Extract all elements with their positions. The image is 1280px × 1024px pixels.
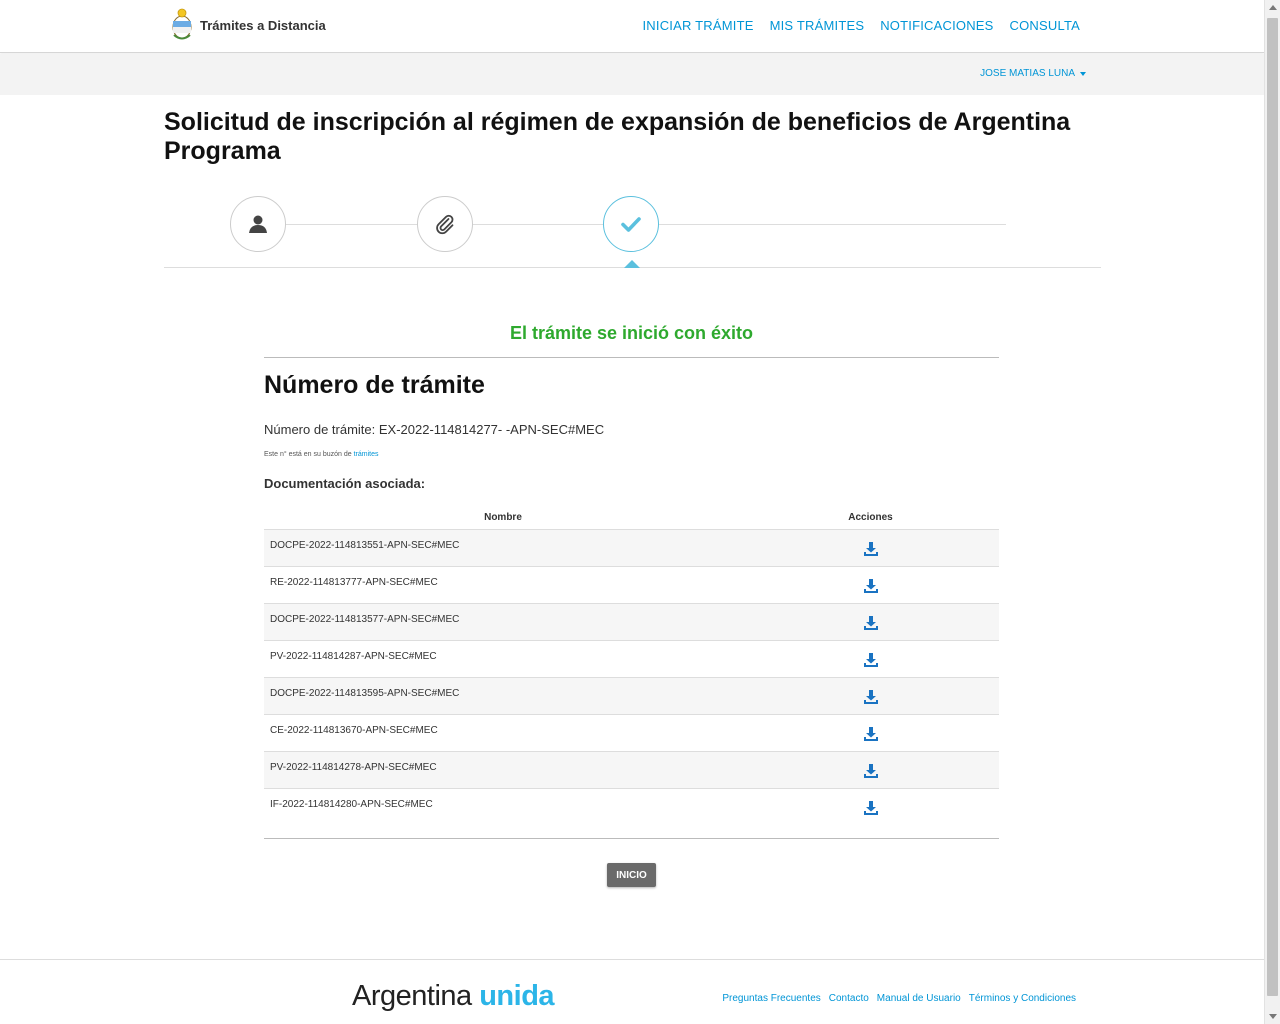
column-header-acciones: Acciones [742,506,999,530]
footer-links: Preguntas Frecuentes Contacto Manual de … [722,993,1076,1004]
docs-label: Documentación asociada: [264,476,426,491]
scroll-thumb[interactable] [1267,18,1278,996]
download-icon[interactable] [863,578,879,594]
section-title: Número de trámite [264,371,485,399]
divider [264,838,999,839]
document-actions [742,529,999,567]
progress-stepper [164,195,1101,268]
scroll-up-arrow-icon[interactable] [1269,5,1277,10]
column-header-nombre: Nombre [264,506,742,530]
document-actions [742,788,999,825]
table-row: CE-2022-114813670-APN-SEC#MEC [264,714,999,752]
paperclip-icon [436,214,454,235]
download-icon[interactable] [863,726,879,742]
step-confirmacion [603,196,659,252]
document-actions [742,640,999,678]
document-actions [742,714,999,752]
download-icon[interactable] [863,541,879,557]
nav-iniciar-tramite[interactable]: INICIAR TRÁMITE [642,18,753,33]
scroll-down-arrow-icon[interactable] [1269,1014,1277,1019]
nav-consulta[interactable]: CONSULTA [1010,18,1080,33]
document-actions [742,603,999,641]
document-name: IF-2022-114814280-APN-SEC#MEC [264,788,742,825]
tramite-label: Número de trámite: [264,422,376,437]
active-step-pointer [624,260,640,268]
mailbox-note: Este n° está en su buzón de trámites [264,451,379,458]
footer-logo: Argentina unida [352,980,555,1013]
step-adjuntos [417,196,473,252]
document-actions [742,751,999,789]
document-name: DOCPE-2022-114813551-APN-SEC#MEC [264,529,742,567]
nav-notificaciones[interactable]: NOTIFICACIONES [880,18,993,33]
top-navbar: Trámites a Distancia INICIAR TRÁMITE MIS… [0,0,1264,53]
document-name: PV-2022-114814287-APN-SEC#MEC [264,640,742,678]
nav-mis-tramites[interactable]: MIS TRÁMITES [770,18,865,33]
footer-link-contacto[interactable]: Contacto [829,993,869,1004]
document-name: CE-2022-114813670-APN-SEC#MEC [264,714,742,752]
documents-table: Nombre Acciones DOCPE-2022-114813551-APN… [264,506,999,825]
footer-link-faq[interactable]: Preguntas Frecuentes [722,993,820,1004]
table-row: RE-2022-114813777-APN-SEC#MEC [264,566,999,604]
brand-title: Trámites a Distancia [200,17,326,33]
table-row: DOCPE-2022-114813595-APN-SEC#MEC [264,677,999,715]
success-message: El trámite se inició con éxito [509,323,754,343]
table-row: PV-2022-114814278-APN-SEC#MEC [264,751,999,789]
download-icon[interactable] [863,763,879,779]
table-row: IF-2022-114814280-APN-SEC#MEC [264,788,999,825]
footer-brand-accent: unida [479,980,555,1012]
step-datos [230,196,286,252]
document-name: RE-2022-114813777-APN-SEC#MEC [264,566,742,604]
user-menu-dropdown[interactable]: JOSE MATIAS LUNA [980,68,1086,79]
check-icon [621,217,641,232]
document-name: PV-2022-114814278-APN-SEC#MEC [264,751,742,789]
user-bar: JOSE MATIAS LUNA [0,54,1264,95]
tramites-link[interactable]: trámites [354,451,379,458]
download-icon[interactable] [863,652,879,668]
page-scrollbar[interactable] [1264,0,1280,1024]
footer-link-terminos[interactable]: Términos y Condiciones [969,993,1076,1004]
coat-of-arms-icon [172,8,192,40]
divider [264,357,999,358]
document-name: DOCPE-2022-114813577-APN-SEC#MEC [264,603,742,641]
brand-link[interactable]: Trámites a Distancia [170,7,326,43]
tramite-number: EX-2022-114814277- -APN-SEC#MEC [378,422,605,437]
download-icon[interactable] [863,615,879,631]
main-nav: INICIAR TRÁMITE MIS TRÁMITES NOTIFICACIO… [642,18,1080,33]
user-name: JOSE MATIAS LUNA [980,68,1075,79]
caret-down-icon [1080,71,1086,76]
footer-brand-main: Argentina [352,980,472,1012]
download-icon[interactable] [863,800,879,816]
page-title: Solicitud de inscripción al régimen de e… [164,108,1071,165]
tramite-number-line: Número de trámite: EX-2022-114814277- -A… [264,422,604,437]
document-actions [742,677,999,715]
footer: Argentina unida Preguntas Frecuentes Con… [0,959,1264,1024]
document-actions [742,566,999,604]
user-icon [249,215,267,233]
download-icon[interactable] [863,689,879,705]
document-name: DOCPE-2022-114813595-APN-SEC#MEC [264,677,742,715]
note-text: Este n° está en su buzón de [264,451,352,458]
table-row: DOCPE-2022-114813577-APN-SEC#MEC [264,603,999,641]
table-row: PV-2022-114814287-APN-SEC#MEC [264,640,999,678]
inicio-button[interactable]: INICIO [607,863,656,887]
footer-link-manual[interactable]: Manual de Usuario [877,993,961,1004]
table-row: DOCPE-2022-114813551-APN-SEC#MEC [264,529,999,567]
